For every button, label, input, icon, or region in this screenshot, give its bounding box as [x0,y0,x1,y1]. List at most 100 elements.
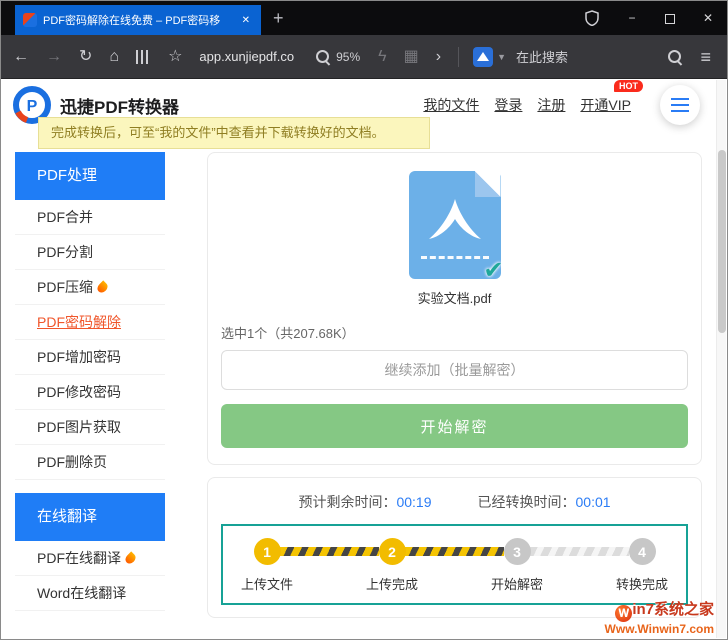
lightning-icon[interactable]: ϟ [378,48,386,65]
sidebar-item-pdf-add-password[interactable]: PDF增加密码 [15,340,165,375]
zoom-magnifier-icon [316,49,330,64]
sidebar-item-pdf-image-extract[interactable]: PDF图片获取 [15,410,165,445]
sidebar-item-pdf-change-password[interactable]: PDF修改密码 [15,375,165,410]
zoom-control[interactable]: 95% [316,49,361,64]
hot-badge: HOT [614,80,643,92]
chevron-right-icon[interactable]: › [436,48,441,65]
selection-info: 选中1个（共207.68K） [221,326,355,341]
sidebar-item-pdf-compress[interactable]: PDF压缩 [15,270,165,305]
flame-icon [123,550,138,566]
tab-close-icon[interactable]: ✕ [239,13,253,28]
dashed-line [420,256,489,259]
forward-icon[interactable]: → [46,48,62,65]
sidebar-item-pdf-merge[interactable]: PDF合并 [15,200,165,235]
winwin7-logo: W [615,605,633,622]
home-icon[interactable]: ⌂ [109,48,119,65]
web-page: P 迅捷PDF转换器 我的文件 登录 注册 开通VIP HOT 完成转换后，可至… [2,80,726,638]
titlebar: PDF密码解除在线免费 – PDF密码移 ✕ + − ✕ [1,1,727,35]
info-tooltip: 完成转换后，可至“我的文件”中查看并下载转换好的文档。 [38,117,430,150]
step-label: 上传文件 [241,577,294,592]
remaining-time: 预计剩余时间：00:19 [298,492,431,512]
step-upload-complete: 2 上传完成 [366,538,418,593]
step-label: 上传完成 [366,577,419,592]
remaining-time-label: 预计剩余时间： [298,494,397,510]
nav-register[interactable]: 注册 [537,95,565,115]
minimize-button[interactable]: − [613,1,651,35]
sidebar-item-word-translate[interactable]: Word在线翻译 [15,576,165,611]
svg-text:P: P [27,98,38,115]
header-nav: 我的文件 登录 注册 开通VIP HOT [423,80,700,125]
main-content: ✔ 实验文档.pdf 选中1个（共207.68K） 继续添加（批量解密） 开始解… [207,152,702,618]
zoom-level: 95% [336,49,361,64]
page-scrollbar[interactable] [716,80,726,638]
watermark-site-url: Www.Winwin7.com [604,622,714,636]
maximize-button[interactable] [651,1,689,35]
toolbar-divider [458,46,460,67]
browser-tab[interactable]: PDF密码解除在线免费 – PDF密码移 ✕ [15,5,261,35]
nav-login[interactable]: 登录 [494,95,522,115]
reload-icon[interactable]: ↻ [79,48,92,65]
browser-window: PDF密码解除在线免费 – PDF密码移 ✕ + − ✕ ← → ↻ ⌂ ☆ a… [0,0,728,640]
new-tab-button[interactable]: + [261,1,296,35]
scrollbar-thumb[interactable] [718,150,726,333]
step-start-decrypt: 3 开始解密 [491,538,543,593]
search-here-label[interactable]: 在此搜索 [516,47,568,66]
header-menu-button[interactable] [660,85,700,125]
sidebar-item-pdf-password-remove[interactable]: PDF密码解除 [15,305,165,340]
pdf-file-icon[interactable]: ✔ [408,171,504,284]
elapsed-time: 已经转换时间：00:01 [478,492,611,512]
elapsed-time-value: 00:01 [575,494,611,510]
brand-title[interactable]: 迅捷PDF转换器 [60,93,179,118]
close-button[interactable]: ✕ [689,1,727,35]
sidebar-item-pdf-split[interactable]: PDF分割 [15,235,165,270]
tab-title: PDF密码解除在线免费 – PDF密码移 [43,15,221,27]
library-icon[interactable] [136,49,152,64]
tab-favicon [23,13,37,27]
acrobat-glyph-icon [428,199,481,239]
watermark: Win7系统之家 Www.Winwin7.com [605,601,714,637]
start-decrypt-button[interactable]: 开始解密 [221,404,688,448]
search-icon[interactable] [668,49,682,64]
titlebar-spacer [296,1,585,35]
nav-open-vip[interactable]: 开通VIP [580,97,631,113]
sidebar-section-pdf-tools: PDF处理 [15,152,165,200]
step-label: 开始解密 [491,577,544,592]
progress-bar-pending [530,547,629,556]
progress-bar-done [405,547,504,556]
step-circle: 1 [253,538,281,565]
time-row: 预计剩余时间：00:19 已经转换时间：00:01 [221,492,688,512]
sidebar-item-pdf-delete-page[interactable]: PDF删除页 [15,445,165,480]
elapsed-time-label: 已经转换时间： [477,494,576,510]
progress-bar-done [280,547,379,556]
browser-toolbar: ← → ↻ ⌂ ☆ app.xunjiepdf.co 95% ϟ ▦ › ▼ 在… [1,35,727,79]
watermark-site-name: Win7系统之家 [605,601,714,622]
shield-icon[interactable] [585,10,599,26]
nav-vip-wrap: 开通VIP HOT [580,80,643,115]
engine-caret-icon[interactable]: ▼ [497,52,506,62]
search-engine-icon[interactable] [473,46,494,67]
step-upload-file: 1 上传文件 [241,538,293,593]
step-circle: 2 [378,538,406,565]
step-circle: 3 [503,538,531,565]
window-controls: − ✕ [585,1,727,35]
step-label: 转换完成 [616,577,669,592]
sidebar-item-pdf-translate[interactable]: PDF在线翻译 [15,541,165,576]
url-display[interactable]: app.xunjiepdf.co [199,49,294,64]
bookmark-star-icon[interactable]: ☆ [168,48,182,65]
back-icon[interactable]: ← [13,48,29,65]
progress-card: 预计剩余时间：00:19 已经转换时间：00:01 1 上传文件 2 上传完成 … [207,477,702,618]
maximize-icon [665,13,675,24]
flame-icon [95,279,110,295]
steps-row: 1 上传文件 2 上传完成 3 开始解密 4 转换完成 [241,538,668,593]
file-name: 实验文档.pdf [417,291,492,306]
check-icon: ✔ [483,257,504,284]
upload-card: ✔ 实验文档.pdf 选中1个（共207.68K） 继续添加（批量解密） 开始解… [207,152,702,465]
add-more-button[interactable]: 继续添加（批量解密） [221,350,688,390]
menu-icon[interactable]: ≡ [700,48,711,66]
progress-steps-box: 1 上传文件 2 上传完成 3 开始解密 4 转换完成 [221,524,688,605]
grid-icon[interactable]: ▦ [404,48,419,65]
nav-my-files[interactable]: 我的文件 [423,95,479,115]
remaining-time-value: 00:19 [396,494,432,510]
step-circle: 4 [628,538,656,565]
sidebar: PDF处理 PDF合并 PDF分割 PDF压缩 PDF密码解除 PDF增加密码 … [15,152,165,611]
